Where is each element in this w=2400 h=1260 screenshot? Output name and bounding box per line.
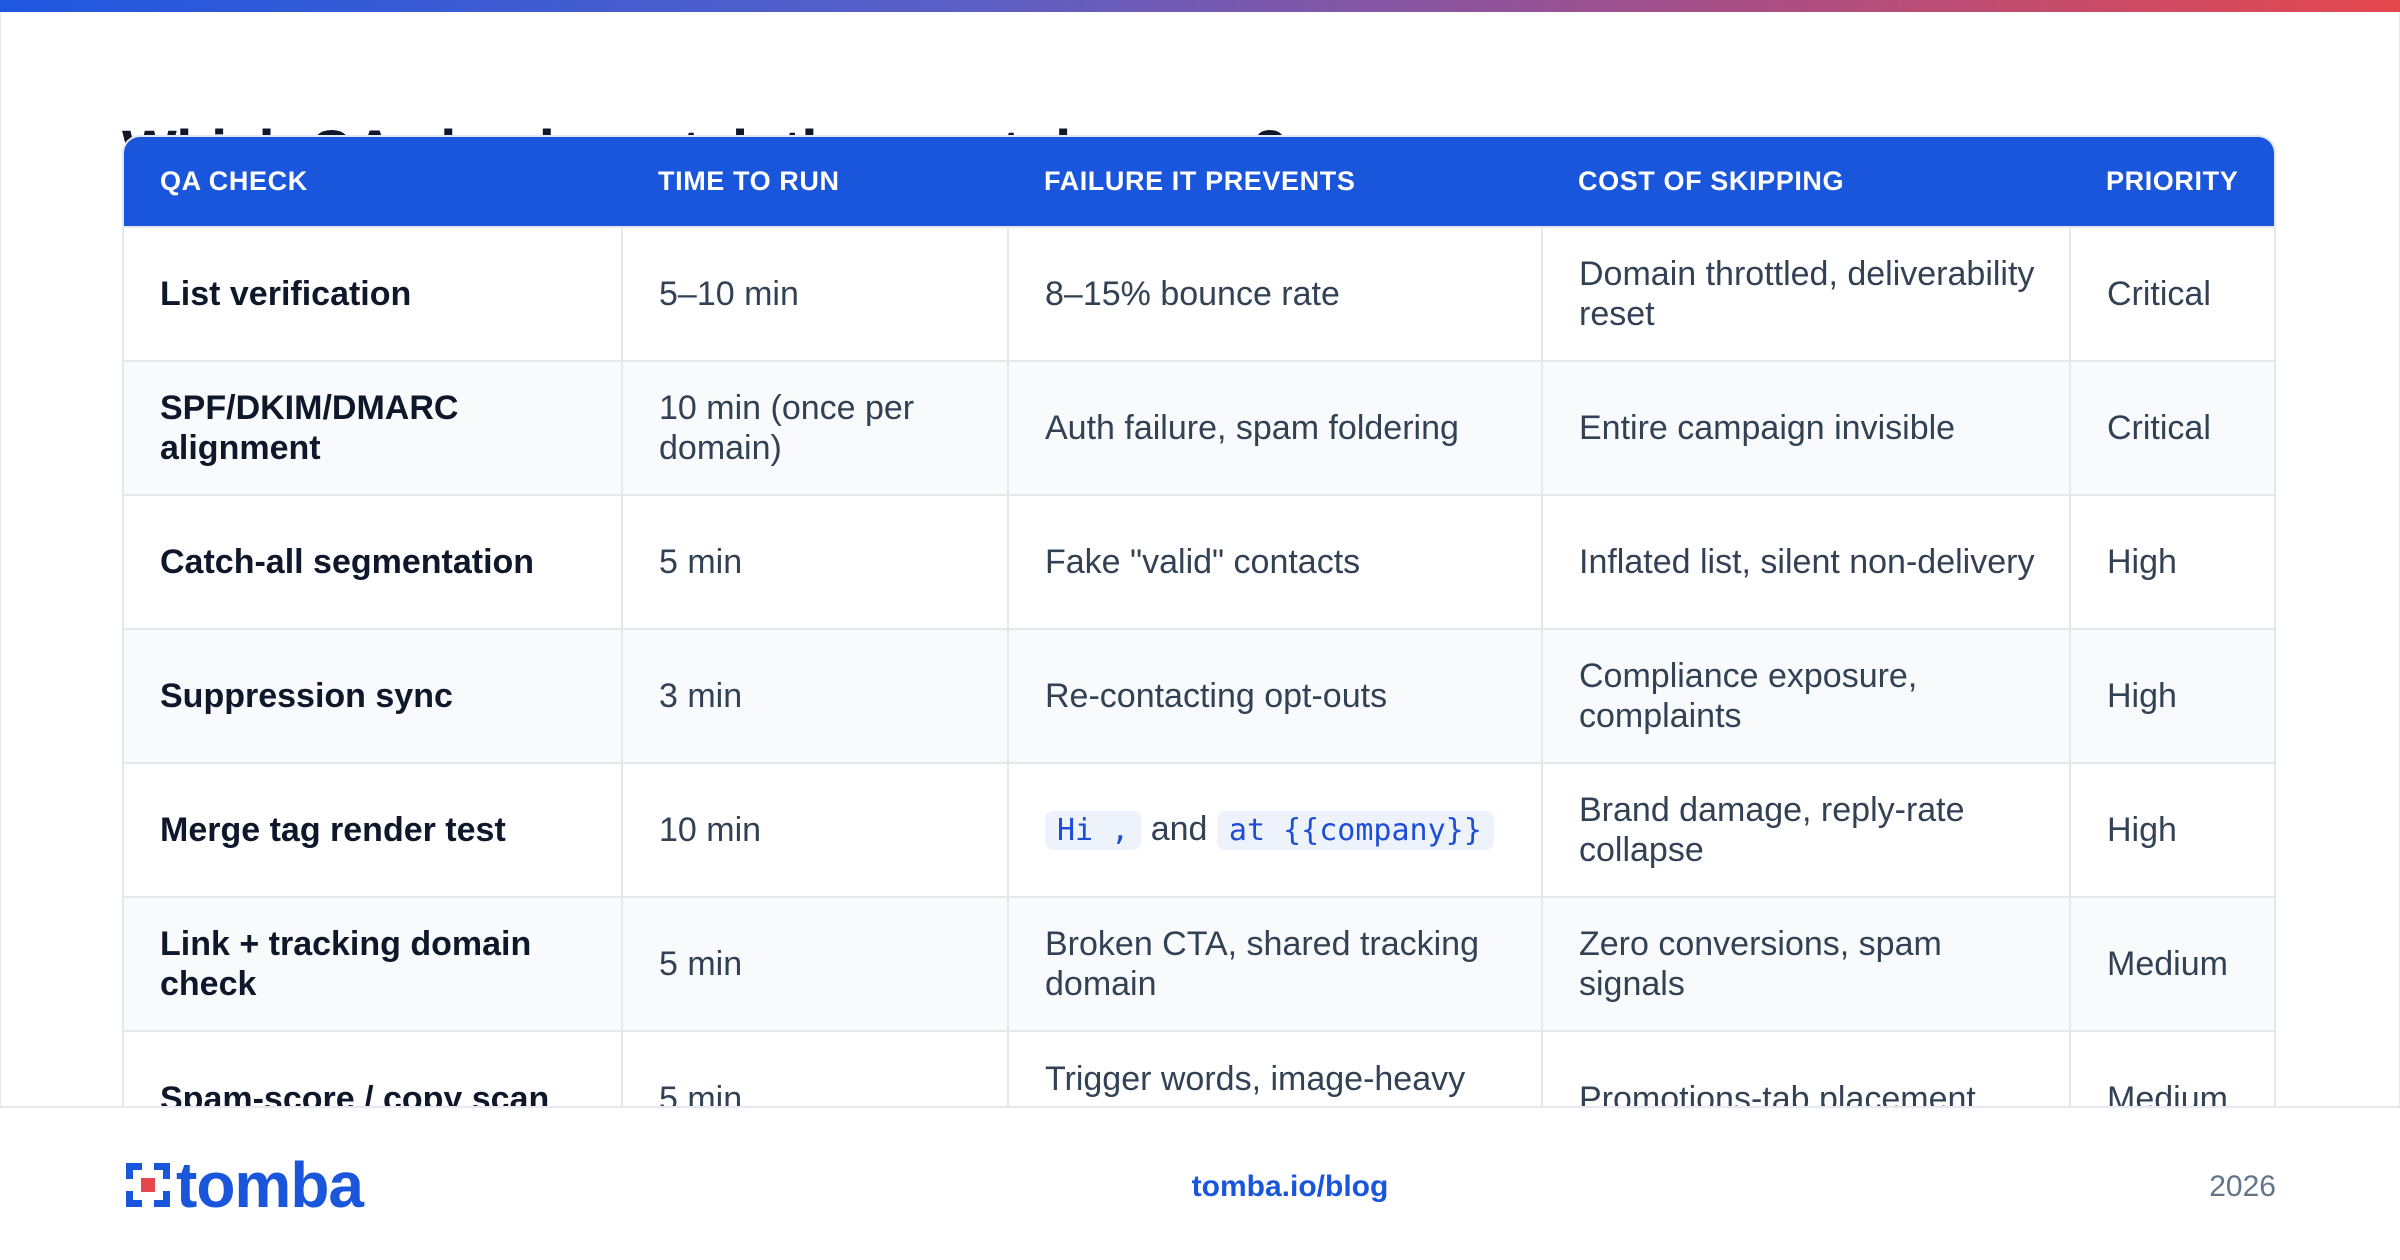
table-row: Catch-all segmentation 5 min Fake "valid… bbox=[124, 494, 2274, 629]
cell-cost: Domain throttled, deliverability reset bbox=[1541, 226, 2070, 361]
cell-priority: High bbox=[2069, 494, 2274, 629]
header-cost-of-skipping: COST OF SKIPPING bbox=[1542, 137, 2070, 227]
top-gradient-bar bbox=[0, 0, 2400, 12]
cell-time-to-run: 10 min (once per domain) bbox=[621, 360, 1008, 495]
table-row: List verification 5–10 min 8–15% bounce … bbox=[124, 226, 2274, 361]
header-failure-it-prevents: FAILURE IT PREVENTS bbox=[1008, 137, 1542, 227]
table-row: SPF/DKIM/DMARC alignment 10 min (once pe… bbox=[124, 360, 2274, 495]
cell-qa-check: SPF/DKIM/DMARC alignment bbox=[124, 360, 622, 495]
page-footer: tomba tomba.io/blog 2026 bbox=[0, 1106, 2400, 1260]
cell-cost: Inflated list, silent non-delivery bbox=[1541, 494, 2070, 629]
footer-year: 2026 bbox=[2209, 1170, 2276, 1203]
cell-priority: High bbox=[2069, 762, 2274, 897]
cell-priority: Medium bbox=[2069, 896, 2274, 1031]
cell-qa-check: Catch-all segmentation bbox=[124, 494, 622, 629]
table-row: Link + tracking domain check 5 min Broke… bbox=[124, 896, 2274, 1031]
cell-cost: Compliance exposure, complaints bbox=[1541, 628, 2070, 763]
cell-priority: High bbox=[2069, 628, 2274, 763]
cell-time-to-run: 10 min bbox=[621, 762, 1008, 897]
cell-failure: Auth failure, spam foldering bbox=[1007, 360, 1542, 495]
table-row: Suppression sync 3 min Re-contacting opt… bbox=[124, 628, 2274, 763]
cell-time-to-run: 5 min bbox=[621, 896, 1008, 1031]
cell-failure: Broken CTA, shared tracking domain bbox=[1007, 896, 1542, 1031]
cell-time-to-run: 5–10 min bbox=[621, 226, 1008, 361]
table-header-row: QA CHECK TIME TO RUN FAILURE IT PREVENTS… bbox=[124, 137, 2274, 227]
cell-qa-check: Merge tag render test bbox=[124, 762, 622, 897]
cell-cost: Zero conversions, spam signals bbox=[1541, 896, 2070, 1031]
cell-qa-check: List verification bbox=[124, 226, 622, 361]
blog-link[interactable]: tomba.io/blog bbox=[1140, 1170, 1440, 1204]
header-qa-check: QA CHECK bbox=[124, 137, 622, 227]
table-row: Merge tag render test 10 min Hi , and at… bbox=[124, 762, 2274, 897]
logo-wordmark: tomba bbox=[176, 1149, 364, 1221]
merge-tag-code: Hi , bbox=[1045, 811, 1142, 850]
cell-cost: Entire campaign invisible bbox=[1541, 360, 2070, 495]
cell-qa-check: Link + tracking domain check bbox=[124, 896, 622, 1031]
cell-failure-join-text: and bbox=[1150, 810, 1208, 848]
qa-checks-table: QA CHECK TIME TO RUN FAILURE IT PREVENTS… bbox=[124, 137, 2274, 1161]
cell-qa-check: Suppression sync bbox=[124, 628, 622, 763]
qa-checks-table-card: QA CHECK TIME TO RUN FAILURE IT PREVENTS… bbox=[122, 135, 2276, 1163]
cell-failure: Hi , and at {{company}} bbox=[1007, 762, 1542, 897]
header-priority: PRIORITY bbox=[2070, 137, 2274, 227]
cell-priority: Critical bbox=[2069, 360, 2274, 495]
cell-failure: Fake "valid" contacts bbox=[1007, 494, 1542, 629]
tomba-logo[interactable]: tomba bbox=[122, 1149, 364, 1221]
cell-failure: 8–15% bounce rate bbox=[1007, 226, 1542, 361]
cell-priority: Critical bbox=[2069, 226, 2274, 361]
cell-time-to-run: 5 min bbox=[621, 494, 1008, 629]
cell-failure: Re-contacting opt-outs bbox=[1007, 628, 1542, 763]
tomba-logo-icon bbox=[126, 1163, 170, 1207]
cell-cost: Brand damage, reply-rate collapse bbox=[1541, 762, 2070, 897]
merge-tag-code: at {{company}} bbox=[1216, 811, 1494, 850]
cell-time-to-run: 3 min bbox=[621, 628, 1008, 763]
header-time-to-run: TIME TO RUN bbox=[622, 137, 1008, 227]
